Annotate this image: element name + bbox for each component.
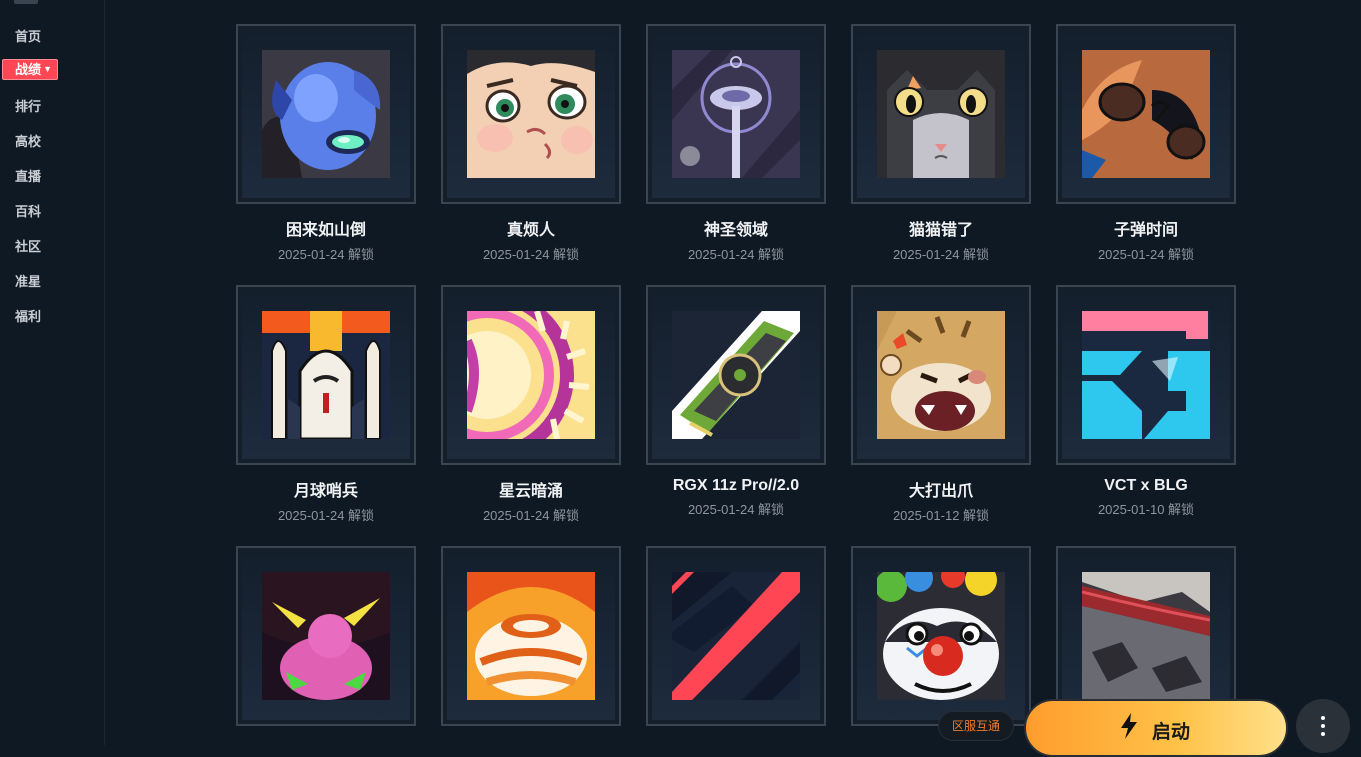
card-title: 星云暗涌 xyxy=(498,483,563,500)
collection-card[interactable] xyxy=(236,546,416,738)
launch-button[interactable]: 启动 xyxy=(1024,699,1288,757)
card-frame[interactable] xyxy=(441,24,621,204)
cross-server-tag[interactable]: 区服互通 xyxy=(938,711,1014,741)
sidebar-item-label: 战绩 xyxy=(15,62,42,77)
collection-card[interactable] xyxy=(646,546,826,738)
bullet-time-face-icon xyxy=(1082,50,1210,178)
collection-card[interactable]: 神圣领域 2025-01-24 解锁 xyxy=(646,24,826,263)
sidebar-item-record[interactable]: 战绩 ▼ xyxy=(2,59,58,80)
sidebar-item-live[interactable]: 直播 xyxy=(15,166,41,185)
collection-card[interactable] xyxy=(851,546,1031,738)
more-vertical-icon xyxy=(1321,716,1325,720)
sidebar-item-wiki[interactable]: 百科 xyxy=(15,201,41,220)
launch-label: 启动 xyxy=(1152,722,1191,743)
card-frame[interactable] xyxy=(646,285,826,465)
card-frame[interactable] xyxy=(851,285,1031,465)
angry-tiger-icon xyxy=(877,311,1005,439)
card-unlock-date: 2025-01-24 解锁 xyxy=(687,247,785,262)
collection-card[interactable]: 大打出爪 2025-01-12 解锁 xyxy=(851,285,1031,524)
card-title: 子弹时间 xyxy=(1113,222,1178,239)
clown-face-icon xyxy=(877,572,1005,700)
collection-card[interactable]: 月球哨兵 2025-01-24 解锁 xyxy=(236,285,416,524)
cake-slice-icon xyxy=(1082,572,1210,700)
collection-card[interactable]: RGX 11z Pro//2.0 2025-01-24 解锁 xyxy=(646,285,826,518)
card-unlock-date: 2025-01-12 解锁 xyxy=(892,508,990,523)
sacred-staff-icon xyxy=(672,50,800,178)
annoyed-face-icon xyxy=(467,50,595,178)
card-title: 大打出爪 xyxy=(908,483,973,500)
sorry-cat-icon xyxy=(877,50,1005,178)
chevron-stripe-icon xyxy=(672,572,800,700)
card-unlock-date: 2025-01-24 解锁 xyxy=(482,508,580,523)
collection-card[interactable]: 子弹时间 2025-01-24 解锁 xyxy=(1056,24,1236,263)
sidebar-logo-fragment xyxy=(14,0,38,4)
card-frame[interactable] xyxy=(236,546,416,726)
spray-collection-grid: 困来如山倒 2025-01-24 解锁 真烦人 2025-01-24 解锁 神圣… xyxy=(236,24,1236,745)
card-title: 神圣领域 xyxy=(703,222,768,239)
card-title: VCT x BLG xyxy=(1104,477,1188,494)
card-frame[interactable] xyxy=(851,546,1031,726)
card-frame[interactable] xyxy=(236,24,416,204)
card-title: 真烦人 xyxy=(506,222,555,239)
card-frame[interactable] xyxy=(441,546,621,726)
orange-mask-icon xyxy=(467,572,595,700)
sidebar-item-community[interactable]: 社区 xyxy=(15,236,41,255)
lightning-bolt-icon xyxy=(1121,713,1137,739)
card-frame[interactable] xyxy=(236,285,416,465)
collection-card[interactable]: 星云暗涌 2025-01-24 解锁 xyxy=(441,285,621,524)
card-frame[interactable] xyxy=(1056,24,1236,204)
nebula-swirl-icon xyxy=(467,311,595,439)
blg-logo-icon xyxy=(1082,311,1210,439)
card-title: 困来如山倒 xyxy=(285,222,366,239)
rocket-shuttle-icon xyxy=(262,311,390,439)
sidebar-item-home[interactable]: 首页 xyxy=(15,26,41,45)
sidebar-item-ranking[interactable]: 排行 xyxy=(15,96,41,115)
card-title: 月球哨兵 xyxy=(293,483,358,500)
card-unlock-date: 2025-01-24 解锁 xyxy=(482,247,580,262)
card-frame[interactable] xyxy=(646,546,826,726)
card-title: RGX 11z Pro//2.0 xyxy=(672,477,800,494)
caret-down-icon: ▼ xyxy=(43,64,52,74)
collection-card[interactable]: 困来如山倒 2025-01-24 解锁 xyxy=(236,24,416,263)
card-unlock-date: 2025-01-10 解锁 xyxy=(1097,502,1195,517)
card-title: 猫猫错了 xyxy=(908,222,973,239)
collection-card[interactable]: 真烦人 2025-01-24 解锁 xyxy=(441,24,621,263)
card-frame[interactable] xyxy=(441,285,621,465)
sidebar: 首页 战绩 ▼ 排行 高校 直播 百科 社区 准星 福利 xyxy=(0,0,105,745)
card-frame[interactable] xyxy=(1056,285,1236,465)
card-unlock-date: 2025-01-24 解锁 xyxy=(277,247,375,262)
pink-blob-monster-icon xyxy=(262,572,390,700)
collection-card[interactable]: 猫猫错了 2025-01-24 解锁 xyxy=(851,24,1031,263)
sidebar-item-crosshair[interactable]: 准星 xyxy=(15,271,41,290)
card-unlock-date: 2025-01-24 解锁 xyxy=(687,502,785,517)
card-unlock-date: 2025-01-24 解锁 xyxy=(892,247,990,262)
blue-robot-sleepy-icon xyxy=(262,50,390,178)
sidebar-item-benefits[interactable]: 福利 xyxy=(15,306,41,325)
card-frame[interactable] xyxy=(851,24,1031,204)
card-unlock-date: 2025-01-24 解锁 xyxy=(277,508,375,523)
collection-card[interactable]: VCT x BLG 2025-01-10 解锁 xyxy=(1056,285,1236,518)
graphics-card-icon xyxy=(672,311,800,439)
card-unlock-date: 2025-01-24 解锁 xyxy=(1097,247,1195,262)
card-frame[interactable] xyxy=(646,24,826,204)
sidebar-item-college[interactable]: 高校 xyxy=(15,131,41,150)
collection-card[interactable] xyxy=(441,546,621,738)
